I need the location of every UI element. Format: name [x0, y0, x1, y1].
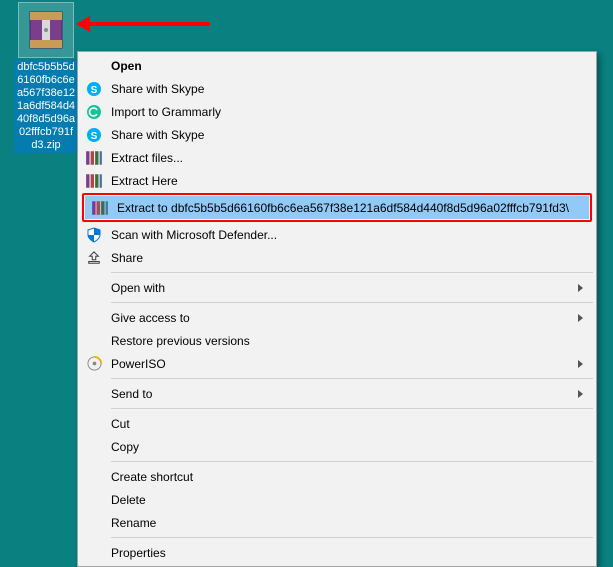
winrar-icon — [85, 172, 103, 190]
skype-icon: S — [85, 80, 103, 98]
svg-text:S: S — [91, 131, 98, 142]
defender-shield-icon — [85, 226, 103, 244]
menu-label: Rename — [111, 516, 595, 530]
blank-icon — [85, 468, 103, 486]
menu-import-grammarly[interactable]: Import to Grammarly — [79, 100, 595, 123]
desktop-file-item[interactable]: dbfc5b5b5d6160fb6c6ea567f38e121a6df584d4… — [14, 2, 78, 153]
file-name-label: dbfc5b5b5d6160fb6c6ea567f38e121a6df584d4… — [14, 60, 78, 153]
menu-open[interactable]: Open — [79, 54, 595, 77]
menu-label: PowerISO — [111, 357, 578, 371]
menu-cut[interactable]: Cut — [79, 412, 595, 435]
menu-label: Properties — [111, 546, 595, 560]
blank-icon — [85, 514, 103, 532]
svg-text:S: S — [91, 85, 98, 96]
blank-icon — [85, 415, 103, 433]
winrar-archive-icon — [18, 2, 74, 58]
grammarly-icon — [85, 103, 103, 121]
menu-rename[interactable]: Rename — [79, 511, 595, 534]
menu-label: Open with — [111, 281, 578, 295]
winrar-icon — [91, 199, 109, 217]
share-icon — [85, 249, 103, 267]
blank-icon — [85, 332, 103, 350]
blank-icon — [85, 491, 103, 509]
menu-label: Copy — [111, 440, 595, 454]
menu-label: Delete — [111, 493, 595, 507]
chevron-right-icon — [578, 284, 583, 292]
menu-separator — [111, 378, 593, 379]
menu-scan-defender[interactable]: Scan with Microsoft Defender... — [79, 223, 595, 246]
blank-icon — [85, 309, 103, 327]
menu-share[interactable]: Share — [79, 246, 595, 269]
menu-label: Open — [111, 59, 595, 73]
chevron-right-icon — [578, 390, 583, 398]
menu-label: Extract Here — [111, 174, 595, 188]
blank-icon — [85, 544, 103, 562]
menu-label: Scan with Microsoft Defender... — [111, 228, 595, 242]
menu-poweriso[interactable]: PowerISO — [79, 352, 595, 375]
menu-extract-to-folder[interactable]: Extract to dbfc5b5b5d66160fb6c6ea567f38e… — [85, 196, 589, 219]
menu-label: Send to — [111, 387, 578, 401]
menu-label: Restore previous versions — [111, 334, 595, 348]
blank-icon — [85, 438, 103, 456]
menu-label: Extract files... — [111, 151, 595, 165]
menu-label: Cut — [111, 417, 595, 431]
menu-separator — [111, 537, 593, 538]
menu-separator — [111, 272, 593, 273]
menu-separator — [111, 461, 593, 462]
menu-give-access[interactable]: Give access to — [79, 306, 595, 329]
menu-create-shortcut[interactable]: Create shortcut — [79, 465, 595, 488]
menu-label: Create shortcut — [111, 470, 595, 484]
menu-extract-files[interactable]: Extract files... — [79, 146, 595, 169]
blank-icon — [85, 279, 103, 297]
menu-label: Extract to dbfc5b5b5d66160fb6c6ea567f38e… — [117, 201, 589, 215]
menu-delete[interactable]: Delete — [79, 488, 595, 511]
menu-label: Share with Skype — [111, 82, 595, 96]
menu-label: Share with Skype — [111, 128, 595, 142]
menu-share-skype[interactable]: S Share with Skype — [79, 77, 595, 100]
poweriso-icon — [85, 355, 103, 373]
menu-copy[interactable]: Copy — [79, 435, 595, 458]
skype-icon: S — [85, 126, 103, 144]
menu-extract-here[interactable]: Extract Here — [79, 169, 595, 192]
menu-label: Give access to — [111, 311, 578, 325]
menu-label: Share — [111, 251, 595, 265]
menu-share-skype[interactable]: S Share with Skype — [79, 123, 595, 146]
menu-send-to[interactable]: Send to — [79, 382, 595, 405]
chevron-right-icon — [578, 314, 583, 322]
menu-open-with[interactable]: Open with — [79, 276, 595, 299]
blank-icon — [85, 385, 103, 403]
menu-label: Import to Grammarly — [111, 105, 595, 119]
menu-separator — [111, 408, 593, 409]
blank-icon — [85, 57, 103, 75]
chevron-right-icon — [578, 360, 583, 368]
winrar-icon — [85, 149, 103, 167]
menu-properties[interactable]: Properties — [79, 541, 595, 564]
menu-restore-versions[interactable]: Restore previous versions — [79, 329, 595, 352]
annotation-highlight-box: Extract to dbfc5b5b5d66160fb6c6ea567f38e… — [82, 193, 592, 222]
annotation-arrow-left — [90, 22, 210, 26]
menu-separator — [111, 302, 593, 303]
context-menu: Open S Share with Skype Import to Gramma… — [77, 51, 597, 567]
